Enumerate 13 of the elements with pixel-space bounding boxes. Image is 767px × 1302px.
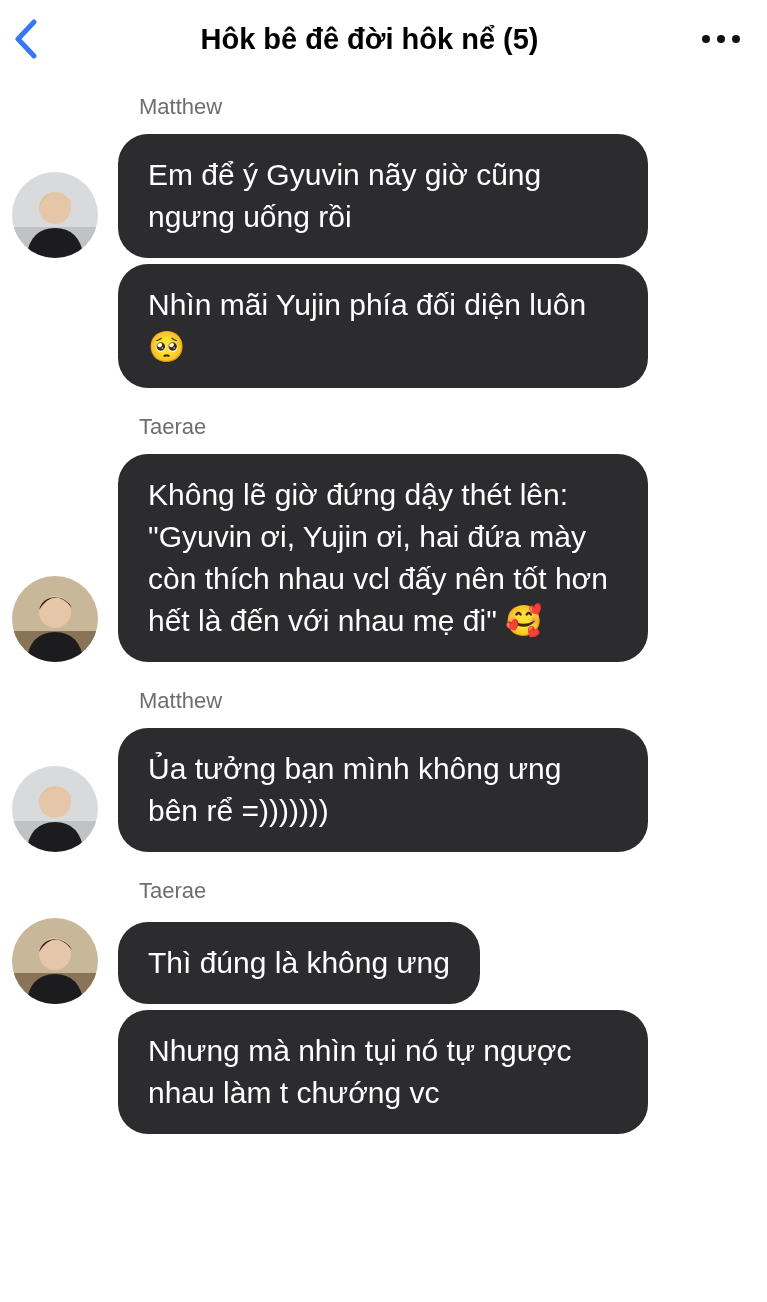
chat-title: Hôk bê đê đời hôk nể (5) [200, 22, 539, 56]
message-bubble: Ủa tưởng bạn mình không ưng bên rể =))))))) [118, 728, 648, 852]
message-bubble: Không lẽ giờ đứng dậy thét lên: "Gyuvin ơi, Yujin ơi, hai đứa mày còn thích nhau vcl đấy nên tốt hơn hết là đến với nhau mẹ đi" 🥰 [118, 454, 648, 662]
sender-name: Matthew [139, 688, 224, 714]
message-bubble: Em để ý Gyuvin nãy giờ cũng ngưng uống rồi [118, 134, 648, 258]
sender-name: Matthew [139, 94, 224, 120]
message-bubble: Nhưng mà nhìn tụi nó tự ngược nhau làm t chướng vc [118, 1010, 648, 1134]
sender-name: Taerae [139, 414, 208, 440]
message-bubble: Thì đúng là không ưng [118, 922, 480, 1004]
back-icon[interactable] [14, 19, 38, 59]
message-bubble: Nhìn mãi Yujin phía đối diện luôn 🥺 [118, 264, 648, 388]
sender-name: Taerae [139, 878, 208, 904]
more-icon[interactable] [701, 34, 741, 44]
